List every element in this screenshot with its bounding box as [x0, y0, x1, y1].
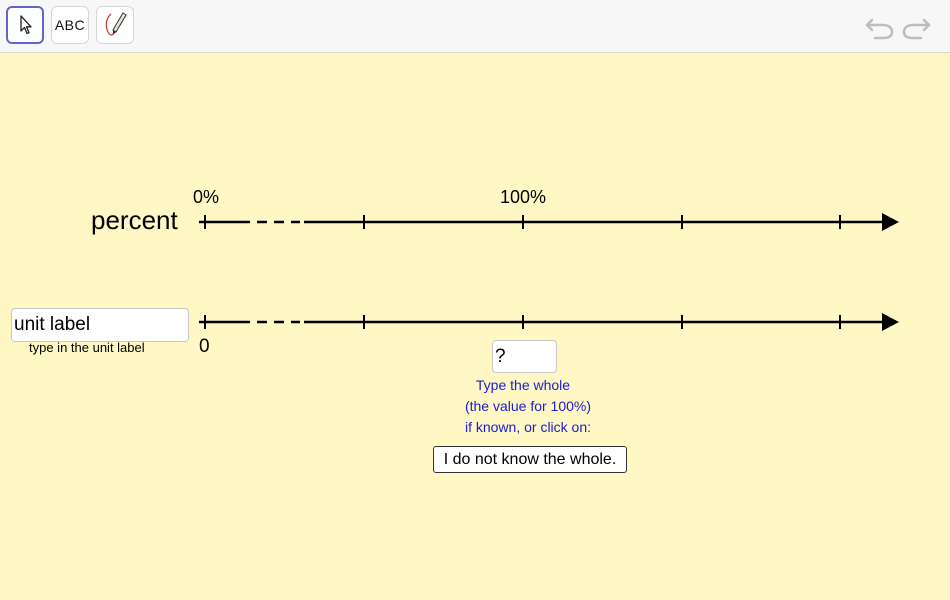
whole-value-input[interactable]	[492, 340, 557, 373]
unit-line-arrowhead	[882, 313, 899, 331]
graphics-canvas: percent 0% 100% type in the unit label 0…	[0, 53, 950, 600]
unit-label-hint: type in the unit label	[29, 340, 145, 355]
whole-hint-line-2: (the value for 100%)	[464, 398, 592, 414]
zero-unit-label: 0	[199, 336, 210, 357]
move-tool-button[interactable]	[6, 6, 44, 44]
hundred-percent-label: 100%	[500, 187, 547, 207]
unit-number-line	[199, 313, 899, 331]
percent-number-line	[199, 213, 899, 231]
percent-line-arrowhead	[882, 213, 899, 231]
toolbar: ABC	[0, 0, 950, 53]
abc-text-icon: ABC	[54, 17, 86, 33]
pen-icon	[105, 12, 127, 36]
whole-hint-line-1: Type the whole	[475, 377, 571, 393]
unit-label-input[interactable]	[11, 308, 189, 342]
undo-icon[interactable]	[864, 14, 896, 40]
arrow-cursor-icon	[20, 15, 32, 35]
text-tool-button[interactable]: ABC	[51, 6, 89, 44]
redo-icon[interactable]	[900, 14, 932, 40]
zero-percent-label: 0%	[193, 187, 220, 207]
unknown-whole-button[interactable]: I do not know the whole.	[433, 446, 627, 473]
percent-row-label: percent	[91, 205, 178, 235]
whole-hint-line-3: if known, or click on:	[464, 419, 592, 435]
pen-tool-button[interactable]	[96, 6, 134, 44]
